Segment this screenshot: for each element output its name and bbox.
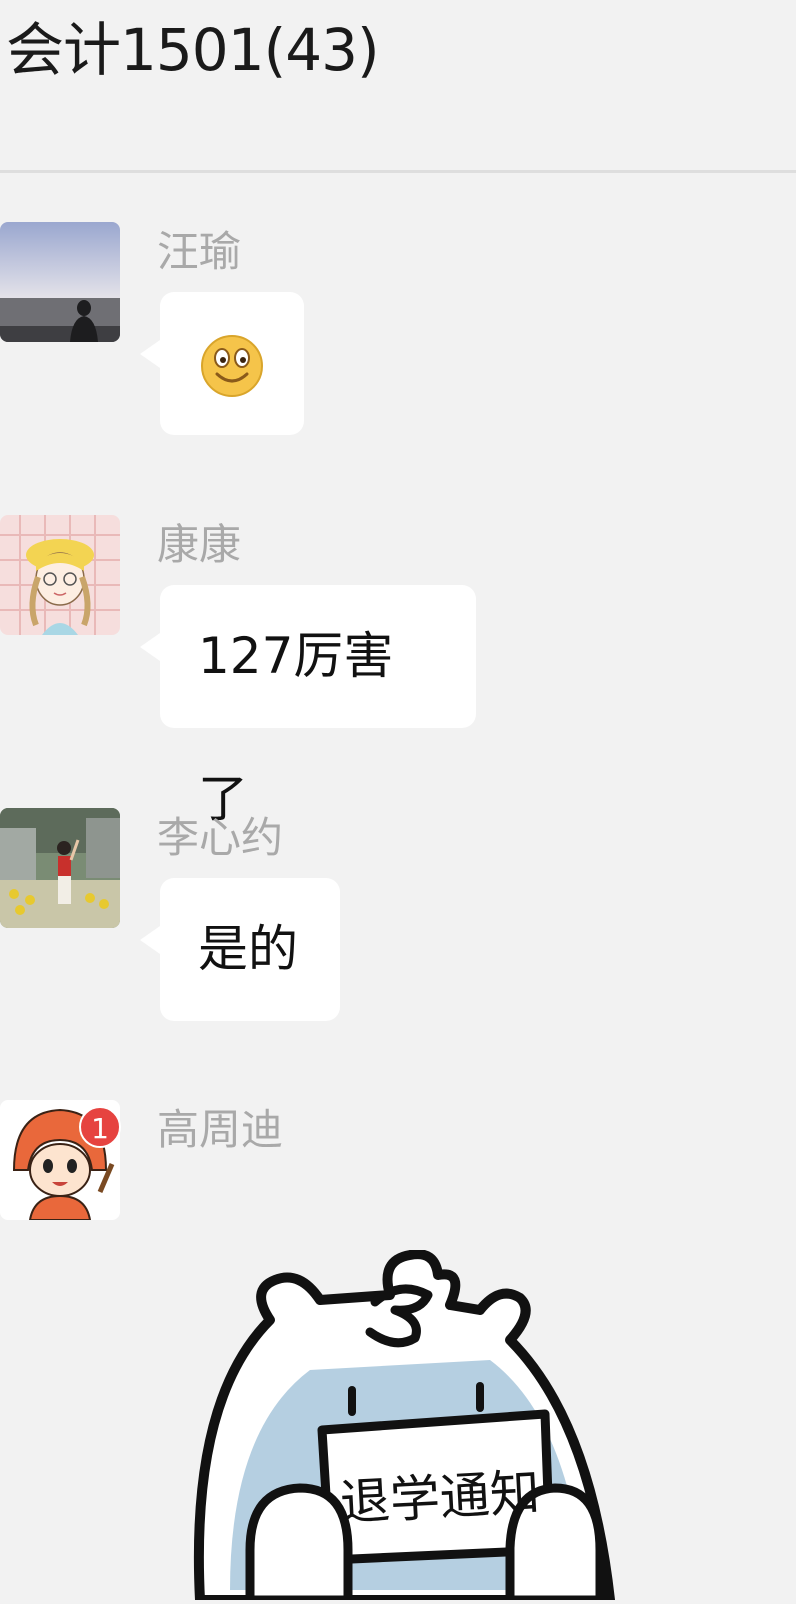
message-bubble[interactable]: 是的 bbox=[140, 878, 340, 1021]
avatar[interactable] bbox=[0, 515, 120, 635]
message-bubble[interactable]: 127厉害了 bbox=[140, 585, 476, 828]
smiley-face-icon bbox=[201, 335, 263, 397]
sender-name: 康康 bbox=[157, 520, 242, 569]
sticker-caption: 退学通知 bbox=[339, 1464, 542, 1532]
avatar[interactable] bbox=[0, 808, 120, 928]
unread-badge: 1 bbox=[79, 1106, 121, 1148]
chat-header: 会计1501(43) bbox=[0, 0, 796, 173]
avatar[interactable] bbox=[0, 222, 120, 342]
bear-sticker-icon: 退学通知 bbox=[193, 1249, 615, 1604]
sender-name: 李心约 bbox=[157, 813, 284, 862]
sender-name: 汪瑜 bbox=[157, 227, 242, 276]
sender-name: 高周迪 bbox=[157, 1105, 284, 1154]
message-bubble[interactable] bbox=[140, 292, 304, 435]
sticker-message[interactable]: 退学通知 bbox=[190, 1249, 630, 1604]
chat-title: 会计1501(43) bbox=[6, 16, 380, 84]
